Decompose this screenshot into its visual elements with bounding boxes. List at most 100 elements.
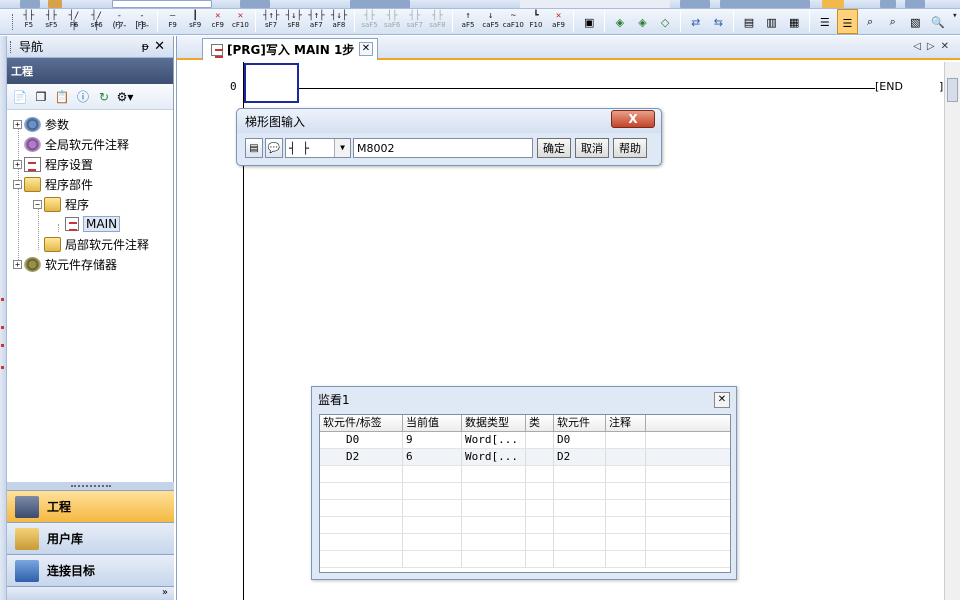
toolbar-grip[interactable] <box>12 14 15 30</box>
falling-contact-button[interactable]: ┤↓├ sF8 <box>283 9 305 34</box>
type-cell[interactable]: Word[... <box>462 449 526 465</box>
cross-reference-button[interactable]: ▧ <box>905 9 927 34</box>
tab-user-library[interactable]: 用户库 <box>7 522 174 554</box>
tree-item-parameter[interactable]: + 参数 <box>7 114 173 134</box>
tree-item-program-settings[interactable]: + 程序设置 <box>7 154 173 174</box>
comment-display-button[interactable]: ☰ <box>814 9 836 34</box>
comment-cell[interactable] <box>606 432 646 448</box>
find-device-button[interactable]: ⌕ <box>859 9 881 34</box>
empty-row[interactable] <box>320 466 730 483</box>
hline-button[interactable]: — F9 <box>162 9 184 34</box>
empty-row[interactable] <box>320 534 730 551</box>
operation-result-rising-button[interactable]: ↑ aF5 <box>457 9 479 34</box>
tree-options-icon[interactable]: ⚙▾ <box>116 88 134 106</box>
column-header[interactable]: 当前值 <box>403 415 462 431</box>
closed-contact-button[interactable]: ┤/├ F6 <box>63 9 85 34</box>
fix-dialog-icon[interactable]: ▤ <box>245 138 263 158</box>
empty-row[interactable] <box>320 483 730 500</box>
device-cell[interactable]: D0 <box>320 432 403 448</box>
value-cell[interactable]: 9 <box>403 432 462 448</box>
falling-branch-button[interactable]: ┤↓├ aF8 <box>328 9 350 34</box>
expand-icon[interactable]: + <box>13 119 22 129</box>
new-item-icon[interactable]: 📄 <box>11 88 29 106</box>
tree-item-program[interactable]: − 程序 <box>7 194 173 214</box>
column-header[interactable]: 软元件/标签 <box>320 415 403 431</box>
table-row[interactable]: D2 6 Word[... D2 <box>320 449 730 466</box>
closed-branch-button[interactable]: ┤/├ sF6 <box>86 9 108 34</box>
class-cell[interactable] <box>526 449 554 465</box>
tree-item-local-comment[interactable]: 局部软元件注释 <box>7 234 173 254</box>
refresh-icon[interactable]: ↻ <box>95 88 113 106</box>
monitor-stop-button[interactable]: ◇ <box>654 9 676 34</box>
tree-item-device-memory[interactable]: + 软元件存储器 <box>7 254 173 274</box>
instruction-button[interactable]: -[]- F8 <box>131 9 153 34</box>
saf8-button[interactable]: ┤├ saF8 <box>427 9 449 34</box>
close-icon[interactable]: ✕ <box>714 392 730 408</box>
tab-project[interactable]: 工程 <box>7 490 174 522</box>
end-instruction[interactable]: [END <box>875 80 903 93</box>
coil-button[interactable]: -()- F7 <box>109 9 131 34</box>
expand-icon[interactable]: + <box>13 259 22 269</box>
empty-row[interactable] <box>320 551 730 568</box>
tab-scroll-arrows[interactable]: ◁▷✕ <box>913 41 955 52</box>
cancel-button[interactable]: 取消 <box>575 138 609 158</box>
f10-button[interactable]: ┗ F10 <box>525 9 547 34</box>
value-cell[interactable]: 6 <box>403 449 462 465</box>
delete-vline-button[interactable]: ✕ cF10 <box>230 9 252 34</box>
paste-icon[interactable]: 📋 <box>53 88 71 106</box>
rising-branch-button[interactable]: ┤↑├ aF7 <box>306 9 328 34</box>
zoom-button[interactable]: 🔍 <box>927 9 949 34</box>
tree-item-global-comment[interactable]: 全局软元件注释 <box>7 134 173 154</box>
device-name-cell[interactable]: D0 <box>554 432 606 448</box>
instruction-input[interactable]: M8002 <box>353 138 533 158</box>
table-row[interactable]: D0 9 Word[... D0 <box>320 432 730 449</box>
open-branch-button[interactable]: ┤├ sF5 <box>41 9 63 34</box>
invert-button[interactable]: ~ caF10 <box>503 9 525 34</box>
panel-grip[interactable] <box>10 41 12 53</box>
saf6-button[interactable]: ┤├ saF6 <box>381 9 403 34</box>
tree-item-main[interactable]: MAIN <box>7 214 173 234</box>
find-next-button[interactable]: ⌕ <box>882 9 904 34</box>
collapse-icon[interactable]: − <box>13 179 22 189</box>
panel-splitter[interactable] <box>7 482 174 490</box>
column-header[interactable]: 注释 <box>606 415 646 431</box>
pin-icon[interactable]: ᵽ <box>142 40 149 53</box>
statement-display-button[interactable]: ☰ <box>836 9 859 34</box>
delete-hline-button[interactable]: ✕ cF9 <box>207 9 229 34</box>
convert-button[interactable]: ⇄ <box>685 9 707 34</box>
symbol-select[interactable]: ┤ ├ ▼ <box>285 138 351 158</box>
delete-line-button[interactable]: ✕ aF9 <box>548 9 570 34</box>
chevron-down-icon[interactable]: ▼ <box>334 139 350 157</box>
copy-icon[interactable]: ❐ <box>32 88 50 106</box>
saf5-button[interactable]: ┤├ saF5 <box>359 9 381 34</box>
column-header[interactable]: 软元件 <box>554 415 606 431</box>
tree-item-program-parts[interactable]: − 程序部件 <box>7 174 173 194</box>
empty-row[interactable] <box>320 517 730 534</box>
convert-all-button[interactable]: ⇆ <box>708 9 730 34</box>
monitor-button[interactable]: ◈ <box>609 9 631 34</box>
help-button[interactable]: 帮助 <box>613 138 647 158</box>
comment-cell[interactable] <box>606 449 646 465</box>
collapse-icon[interactable]: − <box>33 199 42 209</box>
scroll-thumb[interactable] <box>947 78 958 102</box>
device-name-cell[interactable]: D2 <box>554 449 606 465</box>
operation-result-falling-button[interactable]: ↓ caF5 <box>480 9 502 34</box>
tab-main-program[interactable]: [PRG]写入 MAIN 1步 ✕ <box>202 38 378 60</box>
column-header[interactable]: 类 <box>526 415 554 431</box>
dialog-close-button[interactable]: X <box>611 110 655 128</box>
device-cell[interactable]: D2 <box>320 449 403 465</box>
comment-input-icon[interactable]: 💬 <box>265 138 283 158</box>
rising-contact-button[interactable]: ┤↑├ sF7 <box>260 9 282 34</box>
class-cell[interactable] <box>526 432 554 448</box>
ok-button[interactable]: 确定 <box>537 138 571 158</box>
vline-button[interactable]: ┃ sF9 <box>184 9 206 34</box>
properties-icon[interactable]: ⓘ <box>74 88 92 106</box>
monitor-start-button[interactable]: ◈ <box>632 9 654 34</box>
column-header[interactable]: 数据类型 <box>462 415 526 431</box>
expand-icon[interactable]: + <box>13 159 22 169</box>
open-contact-button[interactable]: ┤├ F5 <box>18 9 40 34</box>
close-icon[interactable]: ✕ <box>154 39 165 54</box>
write-plc-button[interactable]: ▤ <box>738 9 760 34</box>
tab-connection-destination[interactable]: 连接目标 <box>7 554 174 586</box>
verify-plc-button[interactable]: ▦ <box>783 9 805 34</box>
